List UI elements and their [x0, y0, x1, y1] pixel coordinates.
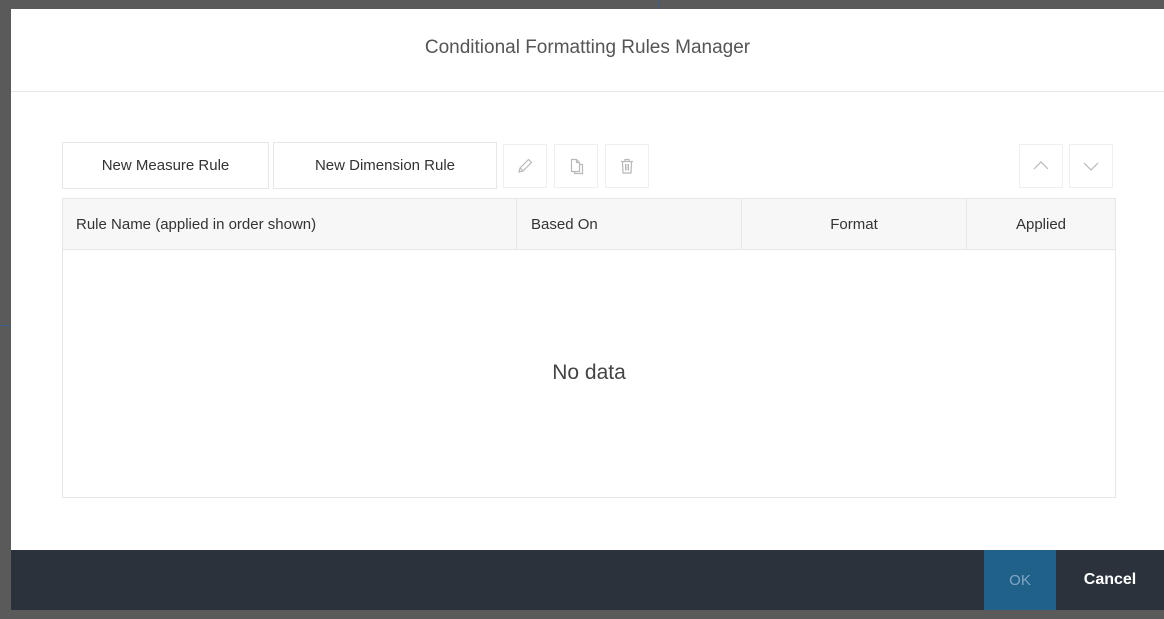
chevron-down-icon	[1083, 162, 1099, 171]
column-header-rule-name[interactable]: Rule Name (applied in order shown)	[63, 199, 517, 249]
copy-icon	[570, 158, 584, 175]
delete-rule-button[interactable]	[605, 144, 649, 188]
ok-button[interactable]: OK	[984, 550, 1056, 610]
empty-state: No data	[63, 250, 1115, 497]
backdrop-divider	[0, 325, 11, 326]
dialog-title: Conditional Formatting Rules Manager	[424, 37, 751, 58]
column-header-applied[interactable]: Applied	[967, 199, 1115, 249]
rules-manager-dialog: Conditional Formatting Rules Manager New…	[11, 9, 1164, 610]
new-dimension-rule-button[interactable]: New Dimension Rule	[273, 142, 497, 189]
empty-state-text: No data	[552, 360, 626, 384]
pencil-icon	[518, 158, 533, 173]
cancel-button[interactable]: Cancel	[1056, 550, 1164, 610]
rules-table: Rule Name (applied in order shown) Based…	[62, 198, 1116, 498]
column-header-format[interactable]: Format	[742, 199, 967, 249]
dialog-header: Conditional Formatting Rules Manager	[11, 9, 1164, 92]
backdrop-divider	[659, 0, 660, 9]
rules-toolbar: New Measure Rule New Dimension Rule	[62, 142, 1116, 190]
trash-icon	[621, 158, 633, 174]
edit-rule-button[interactable]	[503, 144, 547, 188]
column-header-based-on[interactable]: Based On	[517, 199, 742, 249]
new-measure-rule-button[interactable]: New Measure Rule	[62, 142, 269, 189]
copy-rule-button[interactable]	[554, 144, 598, 188]
move-rule-up-button[interactable]	[1019, 144, 1063, 188]
chevron-up-icon	[1033, 161, 1049, 170]
table-header: Rule Name (applied in order shown) Based…	[63, 199, 1115, 250]
dialog-footer: OK Cancel	[11, 550, 1164, 610]
move-rule-down-button[interactable]	[1069, 144, 1113, 188]
